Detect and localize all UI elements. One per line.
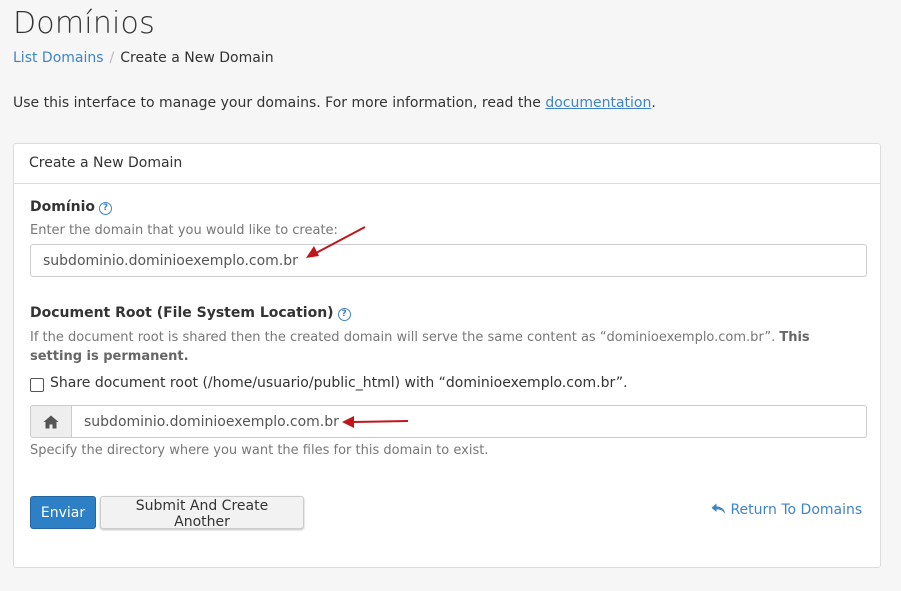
annotation-arrow-domain	[306, 226, 366, 258]
annotation-arrows	[306, 226, 409, 428]
annotation-arrow-docroot	[342, 416, 409, 428]
